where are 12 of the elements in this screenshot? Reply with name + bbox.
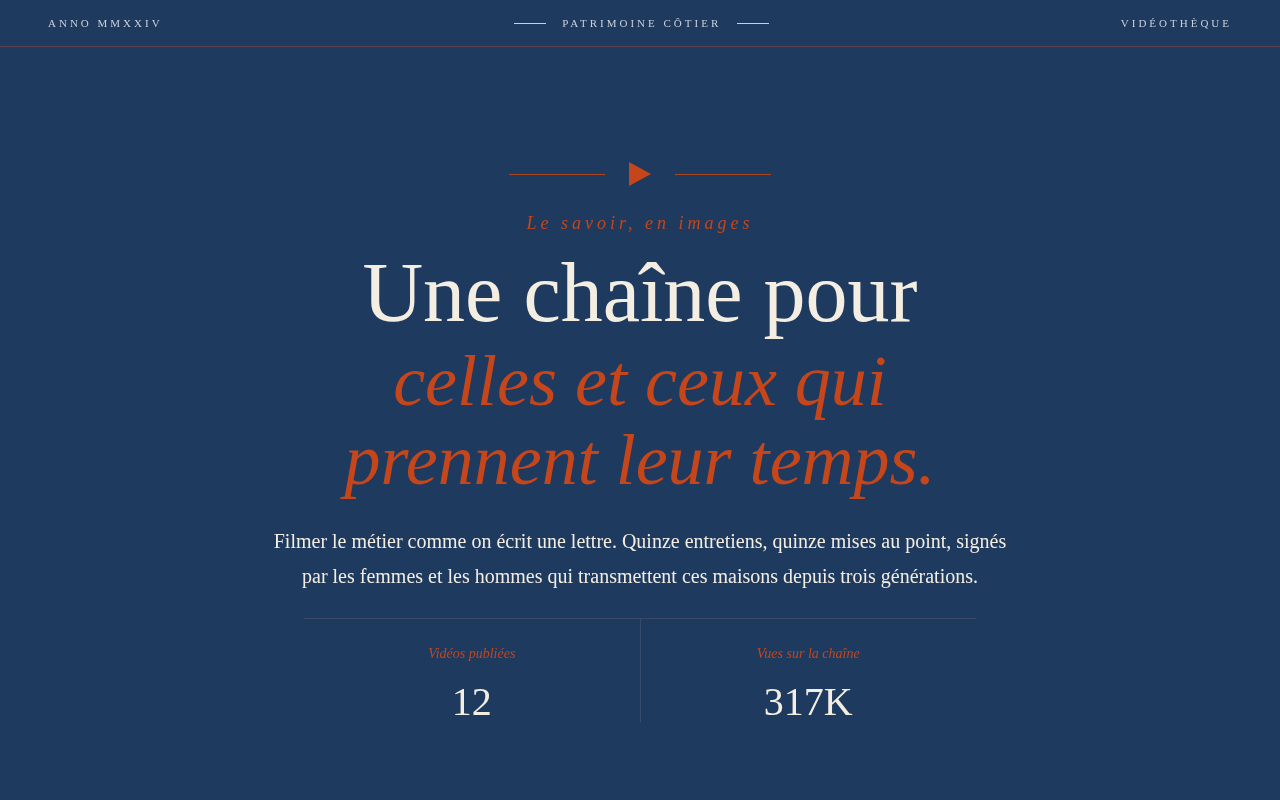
play-icon (629, 162, 651, 186)
stat-value: 317K (762, 681, 854, 722)
stat-label: Vidéos publiées (427, 644, 517, 663)
intro-paragraph: Filmer le métier comme on écrit une lettre. Quinze entretiens, quinze mises au point, signés par les femmes et les hommes qui transmettent ces maisons depuis trois générations. (272, 528, 1008, 590)
headline: Une chaîne pour (362, 245, 918, 341)
headline-accent: celles et ceux qui (393, 341, 887, 421)
header-year: ANNO MMXXIV (48, 15, 163, 31)
video-library-link[interactable]: VIDÉOTHÈQUE (1120, 14, 1232, 32)
eyebrow-text: Le savoir, en images (526, 212, 754, 235)
site-title: PATRIMOINE CÔTIER (562, 15, 722, 31)
stat-label: Vues sur la chaîne (755, 644, 861, 663)
stat-value: 12 (450, 681, 493, 722)
